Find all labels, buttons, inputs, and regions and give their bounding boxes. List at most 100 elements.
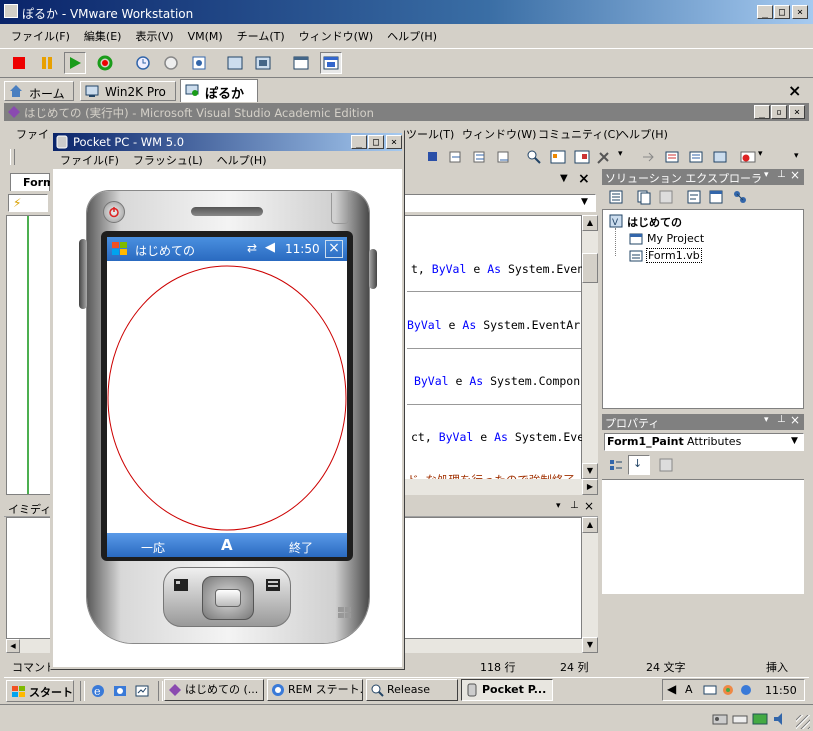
pocketpc-titlebar[interactable]: Pocket PC - WM 5.0 _ □ × — [53, 133, 402, 151]
hard-disk-icon[interactable] — [712, 711, 728, 727]
connectivity-icon[interactable]: ⇄ — [247, 241, 257, 255]
close-button[interactable]: × — [792, 5, 808, 19]
menu-edit[interactable]: 編集(E) — [77, 28, 129, 44]
taskbar-clock[interactable]: 11:50 — [765, 684, 797, 697]
vmware-titlebar[interactable]: ぽるか - VMware Workstation _ □ × — [0, 0, 813, 24]
doc-close-icon[interactable]: × — [578, 171, 590, 187]
vs-titlebar[interactable]: はじめての (実行中) - Microsoft Visual Studio Ac… — [4, 103, 809, 121]
editor-hscrollbar[interactable]: ▶ — [404, 479, 598, 495]
tab-home[interactable]: ホーム — [4, 81, 74, 101]
properties-object-dropdown[interactable]: Form1_Paint Attributes ▼ — [604, 433, 804, 451]
ppc-menu-help[interactable]: ヘルプ(H) — [210, 152, 274, 168]
snapshot-manager-button[interactable] — [188, 52, 210, 74]
panel-close-icon[interactable]: × — [790, 413, 800, 427]
network-adapter-icon[interactable] — [752, 711, 768, 727]
taskbar-button-release[interactable]: Release — [366, 679, 458, 701]
outlook-icon[interactable] — [112, 683, 128, 699]
scroll-down-arrow[interactable]: ▼ — [582, 637, 598, 653]
panel-dropdown-icon[interactable]: ▾ — [556, 501, 561, 511]
comment-icon[interactable] — [664, 149, 680, 165]
menu-window[interactable]: ウィンドウ(W) — [292, 28, 380, 44]
solution-tree[interactable]: V はじめての My Project Form1.vb — [602, 209, 804, 409]
show-all-files-icon[interactable] — [636, 189, 652, 205]
input-panel-button[interactable]: A — [221, 536, 233, 554]
uncomment-icon[interactable] — [688, 149, 704, 165]
volume-icon[interactable]: ◀ — [265, 240, 275, 255]
maximize-button[interactable]: □ — [774, 5, 790, 19]
sound-icon[interactable] — [772, 711, 788, 727]
panel-dropdown-icon[interactable]: ▾ — [764, 170, 769, 180]
pin-icon[interactable]: ⊥ — [777, 169, 786, 180]
tab-poruka[interactable]: ぽるか — [180, 79, 258, 102]
properties-icon[interactable] — [608, 189, 624, 205]
ppc-menu-flash[interactable]: フラッシュ(L) — [126, 152, 210, 168]
power-off-button[interactable] — [8, 52, 30, 74]
menu-team[interactable]: チーム(T) — [230, 28, 292, 44]
tab-win2k-pro[interactable]: Win2K Pro — [80, 81, 176, 101]
taskbar-button-rem[interactable]: REM ステート... — [267, 679, 363, 701]
pocketpc-close-button[interactable]: × — [386, 135, 402, 149]
summary-button[interactable] — [290, 52, 312, 74]
show-desktop-icon[interactable] — [134, 683, 150, 699]
scroll-thumb[interactable] — [582, 253, 598, 283]
pin-icon[interactable]: ⊥ — [570, 500, 579, 511]
device-power-button[interactable] — [103, 201, 125, 223]
console-button[interactable] — [320, 52, 342, 74]
activesync-icon[interactable] — [739, 683, 753, 697]
sync-icon[interactable] — [721, 683, 735, 697]
bookmark-icon[interactable] — [712, 149, 728, 165]
softkey-right-hw-button[interactable] — [262, 576, 284, 594]
cdrom-icon[interactable] — [732, 711, 748, 727]
pocketpc-minimize-button[interactable]: _ — [351, 135, 367, 149]
alphabetical-button[interactable]: ↓ — [628, 455, 650, 475]
stop-debug-icon[interactable] — [428, 152, 437, 161]
property-pages-icon[interactable] — [658, 457, 674, 473]
tree-item-my-project[interactable]: My Project — [647, 232, 704, 245]
immediate-vscrollbar[interactable]: ▲ ▼ — [582, 517, 598, 653]
class-dropdown[interactable]: ⚡ — [8, 194, 48, 212]
dpad[interactable] — [202, 576, 254, 620]
pocketpc-maximize-button[interactable]: □ — [368, 135, 384, 149]
ppc-close-button[interactable]: × — [325, 240, 343, 258]
ppc-clock[interactable]: 11:50 — [285, 242, 320, 256]
doc-tab-form[interactable]: Form — [10, 173, 55, 191]
taskbar-button-pocketpc[interactable]: Pocket P... — [461, 679, 553, 701]
vs-close-button[interactable]: × — [789, 105, 805, 119]
reset-button[interactable] — [94, 52, 116, 74]
toolbar-overflow-icon[interactable]: ▾ — [618, 149, 623, 159]
vs-menu-help[interactable]: ヘルプ(H) — [618, 126, 668, 142]
scroll-right-arrow[interactable]: ▶ — [582, 479, 598, 495]
step-into-icon[interactable] — [448, 149, 464, 165]
quick-switch-button[interactable] — [224, 52, 246, 74]
snapshot-button[interactable] — [132, 52, 154, 74]
doc-tab-list-icon[interactable]: ▼ — [560, 173, 568, 184]
panel-close-icon[interactable]: × — [584, 499, 594, 513]
menu-vm[interactable]: VM(M) — [181, 30, 230, 43]
menu-file[interactable]: ファイル(F) — [4, 28, 77, 44]
step-out-icon[interactable] — [496, 149, 512, 165]
object-browser-icon[interactable] — [574, 149, 590, 165]
pin-icon[interactable]: ⊥ — [777, 414, 786, 425]
dpad-center[interactable] — [215, 589, 241, 607]
scroll-down-arrow[interactable]: ▼ — [582, 463, 598, 479]
view-code-icon[interactable] — [686, 189, 702, 205]
ie-icon[interactable]: e — [90, 683, 106, 699]
close-tab-icon[interactable]: × — [788, 81, 801, 100]
softkey-left-hw-button[interactable] — [170, 576, 192, 594]
editor-vscrollbar[interactable]: ▲ ▼ — [582, 215, 598, 479]
softkey-right[interactable]: 終了 — [289, 539, 313, 556]
revert-button[interactable] — [160, 52, 182, 74]
panel-dropdown-icon[interactable]: ▾ — [764, 415, 769, 425]
windows-start-icon[interactable] — [111, 240, 129, 258]
toolbox-icon[interactable] — [596, 149, 612, 165]
vs-menu-community[interactable]: コミュニティ(C) — [538, 126, 620, 142]
method-dropdown[interactable]: ▼ — [404, 194, 596, 212]
start-page-icon[interactable] — [640, 149, 656, 165]
project-node[interactable]: はじめての — [627, 214, 682, 230]
device-screen[interactable]: はじめての ⇄ ◀ 11:50 × 一応 A 終了 — [107, 237, 347, 557]
find-icon[interactable] — [526, 149, 542, 165]
scroll-left-arrow[interactable]: ◀ — [6, 639, 20, 653]
menu-help[interactable]: ヘルプ(H) — [380, 28, 444, 44]
categorized-icon[interactable] — [608, 457, 624, 473]
scroll-up-arrow[interactable]: ▲ — [582, 517, 598, 533]
